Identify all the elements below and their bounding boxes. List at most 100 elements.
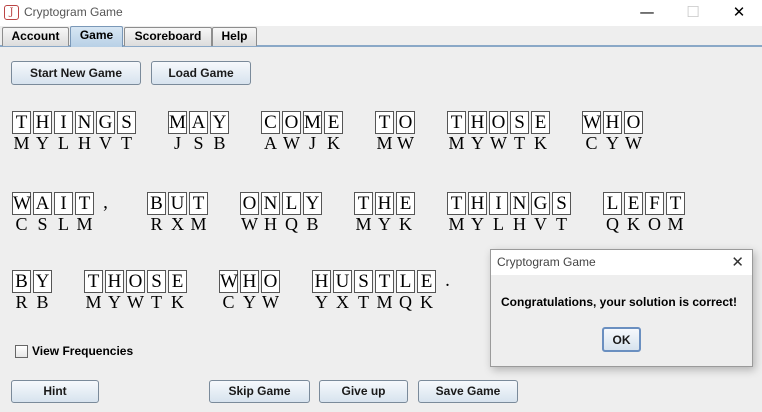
- guess-letter[interactable]: H: [105, 270, 124, 293]
- letter-cell[interactable]: HY: [33, 111, 52, 153]
- letter-cell[interactable]: HY: [312, 270, 331, 312]
- letter-cell[interactable]: UX: [333, 270, 352, 312]
- guess-letter[interactable]: G: [531, 192, 550, 215]
- letter-cell[interactable]: HY: [603, 111, 622, 153]
- start-new-game-button[interactable]: Start New Game: [11, 61, 141, 85]
- guess-letter[interactable]: L: [396, 270, 415, 293]
- guess-letter[interactable]: B: [12, 270, 31, 293]
- letter-cell[interactable]: HY: [240, 270, 259, 312]
- letter-cell[interactable]: EK: [417, 270, 436, 312]
- guess-letter[interactable]: M: [168, 111, 187, 134]
- guess-letter[interactable]: H: [312, 270, 331, 293]
- tab-game[interactable]: Game: [70, 26, 123, 47]
- save-game-button[interactable]: Save Game: [418, 380, 518, 403]
- letter-cell[interactable]: CA: [261, 111, 280, 153]
- guess-letter[interactable]: I: [54, 192, 73, 215]
- guess-letter[interactable]: C: [261, 111, 280, 134]
- guess-letter[interactable]: T: [375, 111, 394, 134]
- letter-cell[interactable]: TM: [447, 192, 466, 234]
- guess-letter[interactable]: I: [54, 111, 73, 134]
- letter-cell[interactable]: ST: [552, 192, 571, 234]
- letter-cell[interactable]: NH: [510, 192, 529, 234]
- letter-cell[interactable]: BR: [147, 192, 166, 234]
- letter-cell[interactable]: YB: [303, 192, 322, 234]
- guess-letter[interactable]: I: [489, 192, 508, 215]
- guess-letter[interactable]: T: [354, 192, 373, 215]
- guess-letter[interactable]: H: [240, 270, 259, 293]
- guess-letter[interactable]: U: [168, 192, 187, 215]
- letter-cell[interactable]: HY: [105, 270, 124, 312]
- tab-scoreboard[interactable]: Scoreboard: [124, 27, 212, 46]
- guess-letter[interactable]: T: [189, 192, 208, 215]
- letter-cell[interactable]: TM: [354, 192, 373, 234]
- guess-letter[interactable]: N: [261, 192, 280, 215]
- guess-letter[interactable]: E: [531, 111, 550, 134]
- guess-letter[interactable]: W: [219, 270, 238, 293]
- letter-cell[interactable]: EK: [531, 111, 550, 153]
- letter-cell[interactable]: YB: [33, 270, 52, 312]
- letter-cell[interactable]: ST: [354, 270, 373, 312]
- letter-cell[interactable]: OW: [126, 270, 145, 312]
- tab-help[interactable]: Help: [212, 27, 257, 46]
- guess-letter[interactable]: T: [447, 192, 466, 215]
- letter-cell[interactable]: TM: [666, 192, 685, 234]
- give-up-button[interactable]: Give up: [319, 380, 408, 403]
- letter-cell[interactable]: MJ: [168, 111, 187, 153]
- view-frequencies-label[interactable]: View Frequencies: [32, 344, 133, 358]
- letter-cell[interactable]: ST: [147, 270, 166, 312]
- letter-cell[interactable]: GV: [96, 111, 115, 153]
- letter-cell[interactable]: NH: [261, 192, 280, 234]
- letter-cell[interactable]: EK: [624, 192, 643, 234]
- letter-cell[interactable]: HY: [468, 192, 487, 234]
- letter-cell[interactable]: NH: [75, 111, 94, 153]
- guess-letter[interactable]: A: [189, 111, 208, 134]
- letter-cell[interactable]: TM: [12, 111, 31, 153]
- letter-cell[interactable]: OW: [261, 270, 280, 312]
- guess-letter[interactable]: S: [354, 270, 373, 293]
- load-game-button[interactable]: Load Game: [151, 61, 251, 85]
- guess-letter[interactable]: O: [489, 111, 508, 134]
- guess-letter[interactable]: T: [84, 270, 103, 293]
- letter-cell[interactable]: HY: [468, 111, 487, 153]
- letter-cell[interactable]: OW: [396, 111, 415, 153]
- letter-cell[interactable]: OW: [240, 192, 259, 234]
- letter-cell[interactable]: LQ: [603, 192, 622, 234]
- guess-letter[interactable]: H: [33, 111, 52, 134]
- guess-letter[interactable]: E: [417, 270, 436, 293]
- guess-letter[interactable]: S: [117, 111, 136, 134]
- guess-letter[interactable]: E: [624, 192, 643, 215]
- letter-cell[interactable]: WC: [582, 111, 601, 153]
- letter-cell[interactable]: ST: [117, 111, 136, 153]
- guess-letter[interactable]: O: [282, 111, 301, 134]
- letter-cell[interactable]: OW: [624, 111, 643, 153]
- guess-letter[interactable]: T: [12, 111, 31, 134]
- close-icon[interactable]: ✕: [716, 0, 762, 26]
- guess-letter[interactable]: L: [282, 192, 301, 215]
- letter-cell[interactable]: TM: [75, 192, 94, 234]
- guess-letter[interactable]: H: [375, 192, 394, 215]
- guess-letter[interactable]: N: [510, 192, 529, 215]
- guess-letter[interactable]: T: [75, 192, 94, 215]
- letter-cell[interactable]: EK: [324, 111, 343, 153]
- letter-cell[interactable]: MJ: [303, 111, 322, 153]
- letter-cell[interactable]: IL: [489, 192, 508, 234]
- guess-letter[interactable]: O: [261, 270, 280, 293]
- letter-cell[interactable]: GV: [531, 192, 550, 234]
- guess-letter[interactable]: F: [645, 192, 664, 215]
- guess-letter[interactable]: A: [33, 192, 52, 215]
- guess-letter[interactable]: W: [582, 111, 601, 134]
- letter-cell[interactable]: AS: [189, 111, 208, 153]
- letter-cell[interactable]: AS: [33, 192, 52, 234]
- guess-letter[interactable]: T: [666, 192, 685, 215]
- guess-letter[interactable]: O: [396, 111, 415, 134]
- letter-cell[interactable]: LQ: [396, 270, 415, 312]
- guess-letter[interactable]: Y: [33, 270, 52, 293]
- letter-cell[interactable]: TM: [375, 270, 394, 312]
- letter-cell[interactable]: FO: [645, 192, 664, 234]
- letter-cell[interactable]: HY: [375, 192, 394, 234]
- letter-cell[interactable]: EK: [168, 270, 187, 312]
- guess-letter[interactable]: B: [147, 192, 166, 215]
- tab-account[interactable]: Account: [2, 27, 69, 46]
- guess-letter[interactable]: H: [468, 111, 487, 134]
- guess-letter[interactable]: L: [603, 192, 622, 215]
